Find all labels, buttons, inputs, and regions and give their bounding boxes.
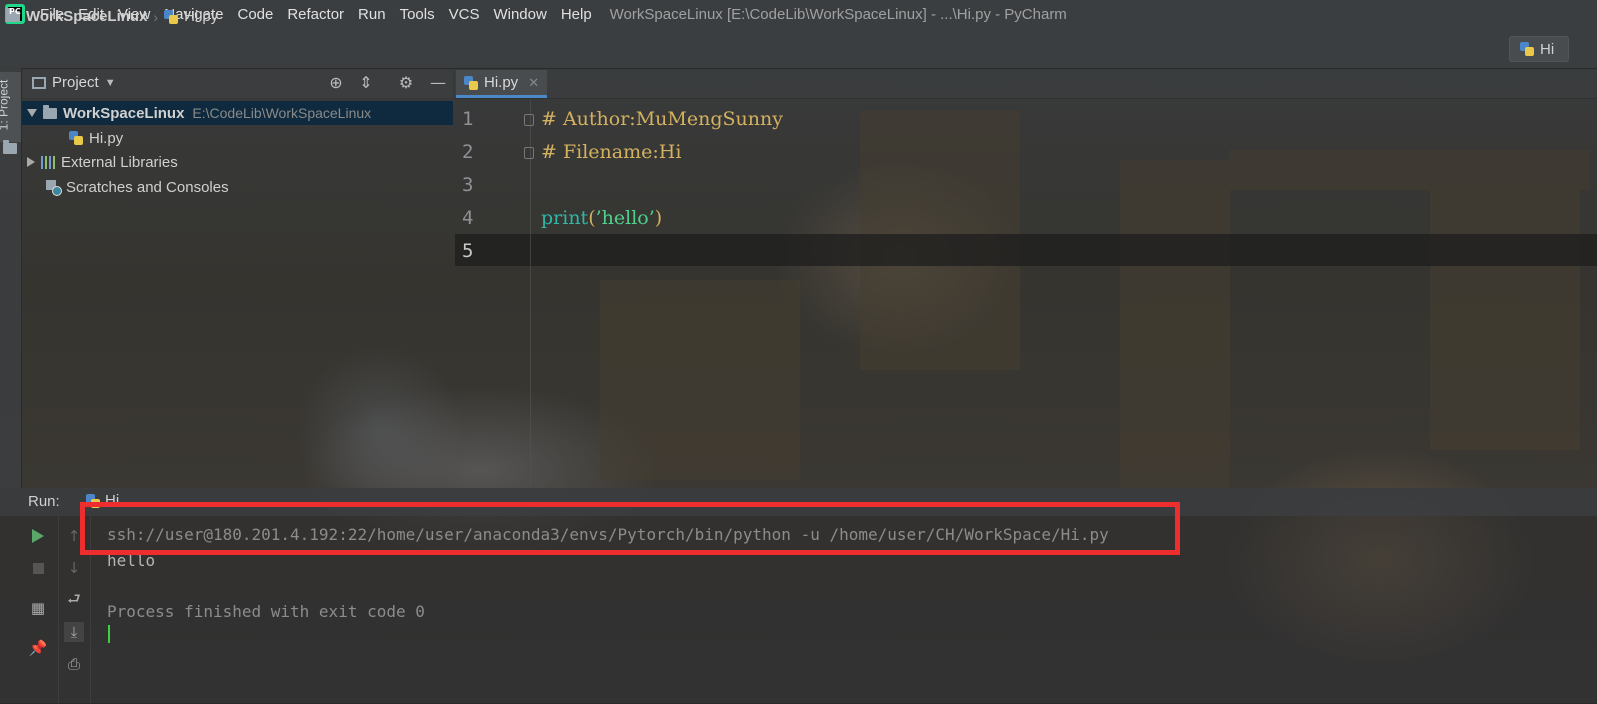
run-toolbar-primary: ▦ 📌 — [22, 516, 59, 703]
tree-external-libraries-label: External Libraries — [61, 153, 178, 171]
navigation-bar — [0, 28, 1597, 69]
soft-wrap-button[interactable]: ⮐ — [64, 589, 84, 611]
python-file-icon — [164, 9, 179, 24]
menu-run[interactable]: Run — [358, 6, 386, 23]
project-panel-title: Project — [52, 74, 99, 91]
menu-help[interactable]: Help — [561, 6, 592, 23]
gear-icon[interactable]: ⚙ — [396, 73, 416, 93]
python-file-icon — [69, 131, 83, 145]
annotation-highlight-box — [80, 502, 1180, 555]
chevron-right-icon: › — [153, 8, 159, 25]
project-tool-window-label: 1: Project — [0, 79, 11, 131]
tree-item-project-root[interactable]: WorkSpaceLinux E:\CodeLib\WorkSpaceLinux — [22, 101, 453, 125]
tree-item-external-libraries[interactable]: External Libraries — [22, 150, 178, 174]
line-number: 1 — [462, 108, 474, 130]
editor-tab-bar — [455, 70, 1597, 99]
menu-vcs[interactable]: VCS — [449, 6, 480, 23]
console-caret[interactable] — [108, 625, 110, 643]
line-number: 4 — [462, 207, 474, 229]
print-button[interactable]: ⎙ — [64, 654, 84, 674]
breadcrumb: WorkSpaceLinux › Hi.py — [6, 8, 218, 25]
menu-code[interactable]: Code — [237, 6, 273, 23]
tree-root-name: WorkSpaceLinux — [63, 104, 185, 122]
fold-marker-icon[interactable] — [524, 114, 534, 126]
scroll-down-button[interactable]: ↓ — [64, 558, 84, 578]
editor-tab-label: Hi.py — [484, 74, 519, 91]
line-number: 3 — [462, 174, 474, 196]
printer-icon: ⎙ — [67, 655, 80, 673]
line-number: 2 — [462, 141, 474, 163]
editor-tab-hi[interactable]: Hi.py ✕ — [456, 70, 548, 98]
code-paren-close: ) — [654, 207, 663, 229]
project-view-selector[interactable]: Project ▼ — [32, 74, 116, 91]
menu-bar: PC File Edit View Navigate Code Refactor… — [0, 0, 1597, 28]
run-configuration-label: Hi — [1540, 40, 1555, 58]
arrow-up-icon: ↑ — [67, 527, 81, 545]
breadcrumb-file[interactable]: Hi.py — [184, 8, 218, 25]
pin-icon: 📌 — [28, 639, 48, 657]
current-line-highlight — [455, 234, 1597, 266]
restore-layout-button[interactable]: ▦ — [28, 598, 48, 618]
python-file-icon — [1520, 42, 1534, 56]
code-paren-open: ( — [588, 207, 596, 229]
play-icon — [32, 529, 44, 543]
run-configuration-selector[interactable]: Hi — [1509, 36, 1569, 62]
expand-arrow-icon[interactable] — [27, 157, 35, 167]
code-function-name: print — [541, 207, 589, 229]
window-title: WorkSpaceLinux [E:\CodeLib\WorkSpaceLinu… — [609, 5, 1067, 23]
code-line-2[interactable]: # Filename:Hi — [541, 141, 681, 163]
hide-panel-icon[interactable]: — — [428, 73, 448, 93]
layout-icon: ▦ — [30, 599, 46, 617]
close-icon[interactable]: ✕ — [528, 75, 539, 91]
run-panel-label: Run: — [28, 493, 60, 510]
collapse-all-icon[interactable]: ⇕ — [356, 73, 376, 93]
python-file-icon — [464, 75, 478, 90]
locate-target-icon[interactable]: ⊕ — [326, 73, 346, 93]
menu-refactor[interactable]: Refactor — [287, 6, 344, 23]
pin-tab-button[interactable]: 📌 — [28, 638, 48, 658]
scratches-icon — [46, 180, 62, 196]
expand-arrow-icon[interactable] — [27, 109, 37, 117]
breadcrumb-project[interactable]: WorkSpaceLinux — [26, 8, 147, 25]
fold-marker-icon[interactable] — [524, 147, 534, 159]
line-number: 5 — [462, 240, 474, 262]
code-line-4[interactable]: print(’hello’) — [541, 207, 662, 229]
tree-item-file[interactable]: Hi.py — [69, 126, 123, 150]
menu-tools[interactable]: Tools — [400, 6, 435, 23]
stop-button[interactable] — [28, 558, 48, 578]
arrow-down-icon: ↓ — [67, 559, 81, 577]
tree-file-label: Hi.py — [89, 129, 124, 147]
soft-wrap-icon: ⮐ — [67, 589, 81, 608]
tree-scratches-label: Scratches and Consoles — [66, 178, 229, 196]
folder-icon — [43, 104, 57, 119]
stop-icon — [32, 562, 44, 574]
menu-window[interactable]: Window — [493, 6, 546, 23]
library-icon — [41, 155, 55, 169]
chevron-down-icon: ▼ — [104, 76, 116, 89]
code-line-1[interactable]: # Author:MuMengSunny — [541, 108, 783, 130]
project-window-icon — [32, 76, 46, 89]
scroll-to-end-button[interactable]: ⤓ — [64, 622, 84, 642]
scroll-to-end-icon: ⤓ — [70, 623, 78, 641]
tree-root-path: E:\CodeLib\WorkSpaceLinux — [192, 105, 372, 121]
console-exit-line: Process finished with exit code 0 — [107, 602, 425, 621]
tree-item-scratches[interactable]: Scratches and Consoles — [46, 175, 229, 199]
folder-icon — [3, 140, 17, 158]
code-string: ’hello’ — [595, 207, 655, 229]
rerun-button[interactable] — [28, 526, 48, 546]
